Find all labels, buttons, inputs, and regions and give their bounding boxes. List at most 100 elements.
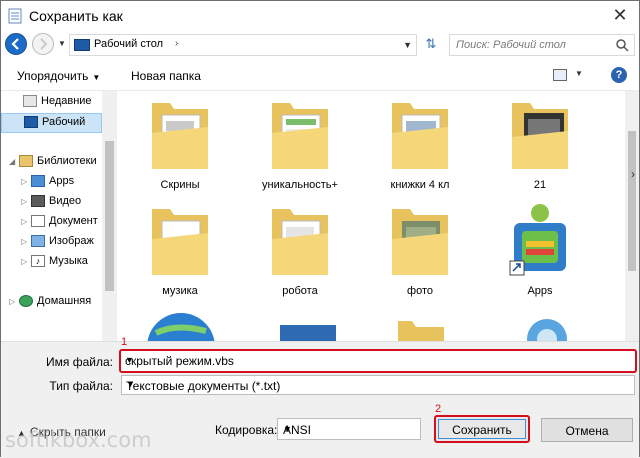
sidebar-item-label: Рабочий [42, 116, 86, 128]
watermark-logo: softikbox.com [5, 428, 152, 452]
file-label: уникальность+ [262, 179, 338, 191]
save-button[interactable]: Сохранить [434, 415, 530, 443]
address-text: Рабочий стол [94, 38, 164, 50]
file-label: 21 [533, 179, 547, 191]
sidebar-item-label: Библиотеки [37, 155, 97, 167]
address-bar[interactable]: Рабочий стол › ▼ [69, 34, 417, 56]
expand-icon[interactable]: ▷ [21, 217, 31, 226]
file-list-scrollbar[interactable] [625, 91, 639, 341]
recent-icon [23, 95, 37, 108]
app-icon [527, 319, 567, 341]
folder-icon [152, 103, 208, 169]
sidebar-item-desktop[interactable]: Рабочий [1, 113, 102, 133]
sidebar-item-libraries[interactable]: ◢ Библиотеки [9, 155, 97, 175]
desktop-icon [24, 116, 38, 129]
filetype-dropdown-icon[interactable]: ▼ [126, 379, 630, 389]
sidebar-scrollbar[interactable] [102, 91, 117, 341]
sidebar-item-label: Домашняя [37, 295, 92, 307]
sidebar-item-recent[interactable]: Недавние [23, 95, 92, 115]
folder-icon [398, 321, 444, 341]
chevron-down-icon: ▼ [92, 73, 101, 82]
expand-icon[interactable]: ▷ [21, 257, 31, 266]
monitor-icon [280, 325, 336, 341]
file-label: Скрины [160, 179, 200, 191]
sidebar-item-apps[interactable]: ▷ Apps [21, 175, 74, 195]
encoding-select[interactable]: ANSI ▼ [277, 418, 421, 440]
sidebar-scroll-thumb[interactable] [105, 141, 114, 291]
address-dropdown-icon[interactable]: ▼ [403, 40, 412, 50]
help-button[interactable]: ? [611, 67, 627, 83]
homegroup-icon [19, 295, 33, 308]
folder-icon [512, 103, 568, 169]
cancel-button[interactable]: Отмена [541, 418, 633, 442]
organize-button[interactable]: Упорядочить ▼ [17, 69, 100, 83]
sidebar-item-images[interactable]: ▷ Изображ [21, 235, 94, 255]
file-label: Apps [527, 285, 553, 297]
annotation-marker-2: 2 [435, 403, 442, 415]
file-label: книжки 4 кл [390, 179, 450, 191]
sidebar-item-music[interactable]: ▷ ♪ Музыка [21, 255, 88, 275]
navigation-bar: ▼ Рабочий стол › ▼ ⇅ Поиск: Рабочий стол [1, 31, 639, 59]
list-item[interactable]: фото [364, 199, 476, 307]
encoding-label: Кодировка: [215, 423, 278, 437]
refresh-icon[interactable]: ⇅ [421, 36, 441, 54]
change-view-icon[interactable] [553, 69, 567, 81]
list-item[interactable]: 21 [484, 93, 596, 201]
title-bar: Сохранить как ✕ [1, 1, 639, 31]
file-label: робота [282, 285, 318, 297]
sidebar-item-homegroup[interactable]: ▷ Домашняя [9, 295, 91, 315]
chevron-right-icon[interactable]: › [175, 38, 178, 49]
encoding-dropdown-icon[interactable]: ▼ [283, 424, 415, 434]
back-button[interactable] [5, 33, 27, 55]
image-icon [31, 235, 45, 248]
sidebar-item-label: Документ [49, 215, 98, 227]
list-item[interactable]: музика [124, 199, 236, 307]
save-as-dialog: Сохранить как ✕ ▼ Рабочий стол › ▼ ⇅ Пои… [0, 0, 640, 458]
expand-icon[interactable]: ▷ [9, 297, 19, 306]
filename-label: Имя файла: [46, 355, 113, 369]
sidebar-item-label: Apps [49, 175, 75, 187]
close-button[interactable]: ✕ [609, 4, 631, 26]
collapse-icon[interactable]: ◢ [9, 157, 19, 166]
music-icon: ♪ [31, 255, 45, 268]
annotation-marker-1: 1 [121, 336, 128, 348]
file-list: Скрины уникальность+ книжки 4 кл 21 музи… [118, 91, 624, 341]
mouse-cursor-icon: › [631, 167, 635, 181]
filetype-select[interactable]: Текстовые документы (*.txt) ▼ [121, 375, 635, 395]
new-folder-button[interactable]: Новая папка [131, 69, 201, 83]
save-button-label: Сохранить [452, 423, 512, 437]
view-dropdown-icon[interactable]: ▼ [575, 69, 583, 78]
back-arrow-icon [11, 38, 19, 50]
sidebar-item-label: Музыка [49, 255, 88, 267]
list-item[interactable]: Скрины [124, 93, 236, 201]
sidebar-item-label: Недавние [41, 95, 92, 107]
sidebar-item-label: Видео [49, 195, 82, 207]
globe-icon [147, 313, 215, 341]
command-bar: Упорядочить ▼ Новая папка ▼ ? [1, 59, 639, 91]
window-title: Сохранить как [29, 8, 123, 24]
list-item[interactable]: книжки 4 кл [364, 93, 476, 201]
expand-icon[interactable]: ▷ [21, 197, 31, 206]
search-input[interactable]: Поиск: Рабочий стол [449, 34, 635, 56]
sidebar-item-video[interactable]: ▷ Видео [21, 195, 81, 215]
folder-icon [392, 103, 448, 169]
sidebar-item-documents[interactable]: ▷ Документ [21, 215, 98, 235]
list-item[interactable]: Apps [484, 199, 596, 307]
expand-icon[interactable]: ▷ [21, 177, 31, 186]
libraries-icon [19, 155, 33, 168]
sidebar-item-label: Изображ [49, 235, 94, 247]
search-icon [616, 39, 629, 52]
file-label: музика [162, 285, 198, 297]
list-item[interactable]: уникальность+ [244, 93, 356, 201]
filename-field[interactable]: скрытый режим.vbs ▼ [119, 349, 637, 373]
list-item[interactable]: робота [244, 199, 356, 307]
forward-button[interactable] [32, 33, 54, 55]
organize-label: Упорядочить [17, 69, 89, 83]
expand-icon[interactable]: ▷ [21, 237, 31, 246]
filename-dropdown-icon[interactable]: ▼ [125, 355, 631, 365]
cancel-button-label: Отмена [565, 424, 609, 438]
desktop-icon [74, 39, 90, 51]
file-list-scroll-thumb[interactable] [628, 131, 636, 271]
bluestacks-shortcut-icon [509, 204, 566, 276]
recent-locations-dropdown-icon[interactable]: ▼ [58, 39, 66, 48]
